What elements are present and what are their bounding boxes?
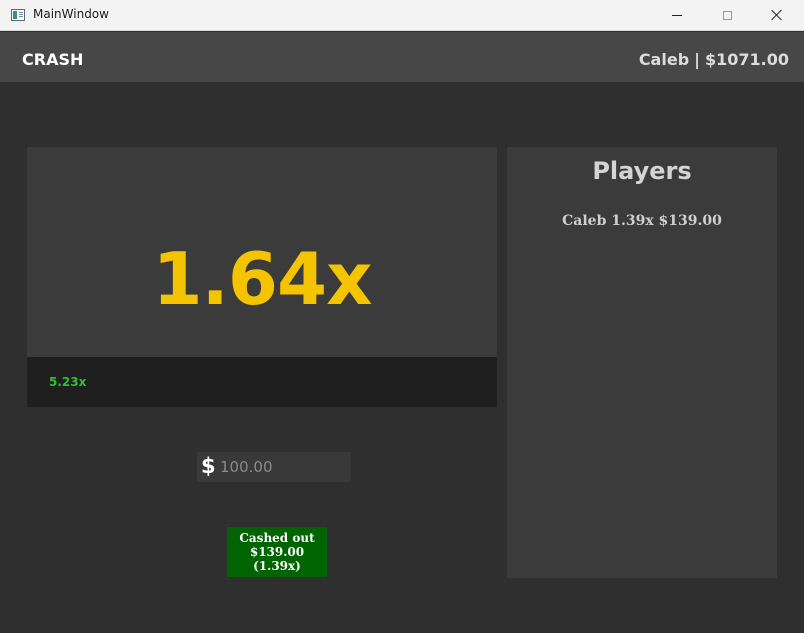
- window-title: MainWindow: [33, 7, 109, 21]
- close-icon: [771, 9, 783, 21]
- bet-amount-field[interactable]: $: [197, 452, 351, 482]
- cashout-multiplier: (1.39x): [253, 559, 301, 573]
- window-titlebar[interactable]: MainWindow: [0, 0, 804, 31]
- players-title: Players: [592, 157, 692, 185]
- current-multiplier: 1.64x: [152, 237, 372, 321]
- app-header: CRASH Caleb | $1071.00: [0, 32, 804, 82]
- cashout-status-label: Cashed out: [239, 531, 315, 545]
- app-name: CRASH: [22, 50, 84, 69]
- user-info: Caleb | $1071.00: [639, 50, 789, 69]
- maximize-icon: [722, 10, 732, 20]
- username: Caleb: [638, 50, 690, 69]
- maximize-button[interactable]: [704, 0, 750, 30]
- bet-amount-input[interactable]: [220, 456, 345, 478]
- players-panel: Players Caleb 1.39x $139.00: [507, 147, 777, 578]
- balance: $1071.00: [704, 50, 789, 69]
- minimize-icon: [672, 14, 682, 16]
- cashout-amount: $139.00: [249, 545, 305, 559]
- user-info-separator: |: [694, 50, 700, 69]
- history-item: 5.23x: [49, 375, 87, 389]
- dollar-icon: $: [201, 454, 216, 478]
- minimize-button[interactable]: [654, 0, 700, 30]
- app-window-icon: [11, 9, 25, 21]
- close-button[interactable]: [754, 0, 800, 30]
- player-entry: Caleb 1.39x $139.00: [562, 213, 722, 229]
- cashed-out-button[interactable]: Cashed out $139.00 (1.39x): [227, 527, 327, 577]
- crash-history-bar: 5.23x: [27, 357, 497, 407]
- game-display-panel: 1.64x: [27, 147, 497, 357]
